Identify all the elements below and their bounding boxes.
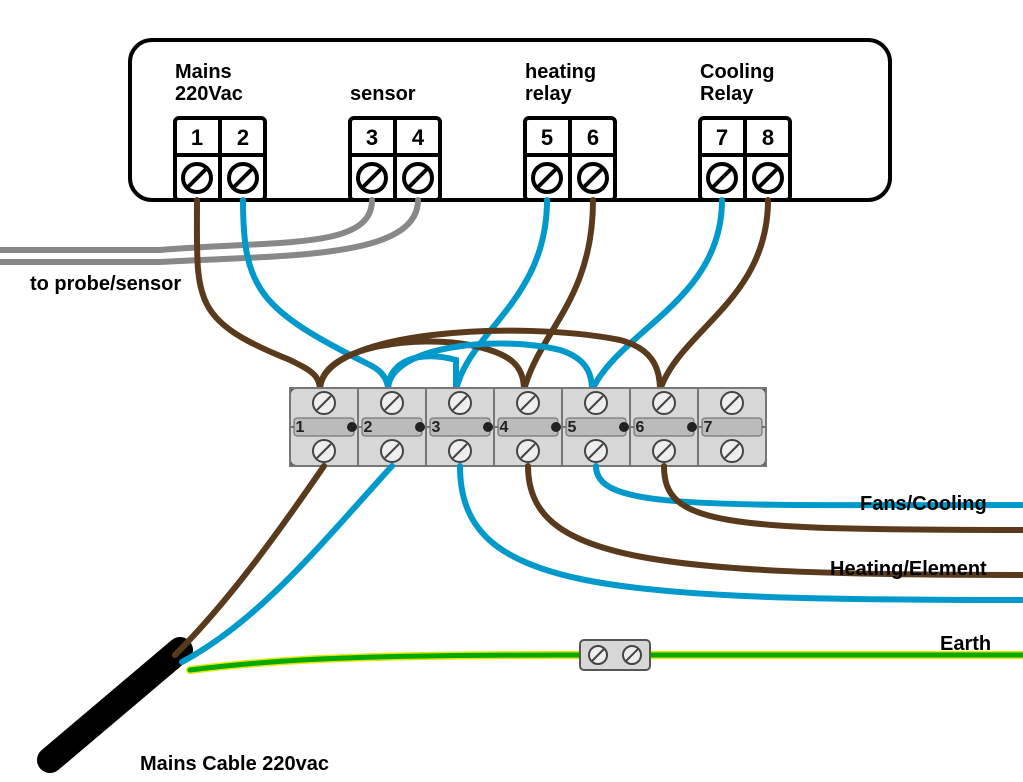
controller-group-cooling bbox=[700, 118, 790, 200]
junction-num-6: 6 bbox=[636, 419, 645, 436]
label-earth: Earth bbox=[940, 633, 991, 655]
terminal-num-7: 7 bbox=[716, 125, 728, 150]
junction-num-7: 7 bbox=[704, 419, 713, 436]
label-heating-out: Heating/Element bbox=[830, 558, 987, 580]
terminal-num-1: 1 bbox=[191, 125, 203, 150]
label-mains-2: 220Vac bbox=[175, 83, 243, 105]
label-fans: Fans/Cooling bbox=[860, 493, 987, 515]
label-heating-2: relay bbox=[525, 83, 573, 105]
wire-blue-t2-b2 bbox=[243, 200, 388, 390]
wire-mains-brown bbox=[175, 466, 324, 655]
controller-group-heating bbox=[525, 118, 615, 200]
label-heating-1: heating bbox=[525, 61, 596, 83]
junction-num-3: 3 bbox=[432, 419, 441, 436]
wire-brown-jump-b1-b4 bbox=[320, 341, 524, 390]
label-mains-1: Mains bbox=[175, 61, 232, 83]
terminal-num-5: 5 bbox=[541, 125, 553, 150]
label-cooling-1: Cooling bbox=[700, 61, 774, 83]
earth-connector bbox=[580, 640, 650, 670]
label-probe: to probe/sensor bbox=[30, 273, 181, 295]
wire-blue-t7-b5 bbox=[592, 200, 722, 390]
wire-brown-t1-b1 bbox=[197, 200, 320, 390]
terminal-num-4: 4 bbox=[412, 125, 425, 150]
terminal-num-8: 8 bbox=[762, 125, 774, 150]
label-mains-cable: Mains Cable 220vac bbox=[140, 753, 329, 775]
label-cooling-2: Relay bbox=[700, 83, 754, 105]
junction-num-1: 1 bbox=[296, 419, 305, 436]
wiring-diagram: Mains 220Vac sensor heating relay Coolin… bbox=[0, 0, 1023, 782]
wire-probe-1 bbox=[0, 200, 372, 250]
junction-num-4: 4 bbox=[500, 419, 509, 436]
wire-brown-t8-b6 bbox=[660, 200, 768, 390]
wire-blue-jump-b2-b3 bbox=[388, 356, 456, 390]
controller-group-sensor bbox=[350, 118, 440, 200]
terminal-num-6: 6 bbox=[587, 125, 599, 150]
terminal-num-2: 2 bbox=[237, 125, 249, 150]
wire-mains-blue bbox=[182, 466, 392, 662]
junction-num-2: 2 bbox=[364, 419, 373, 436]
mains-cable-sheath bbox=[50, 650, 180, 760]
label-sensor: sensor bbox=[350, 83, 416, 105]
terminal-num-3: 3 bbox=[366, 125, 378, 150]
controller-group-mains bbox=[175, 118, 265, 200]
junction-num-5: 5 bbox=[568, 419, 577, 436]
